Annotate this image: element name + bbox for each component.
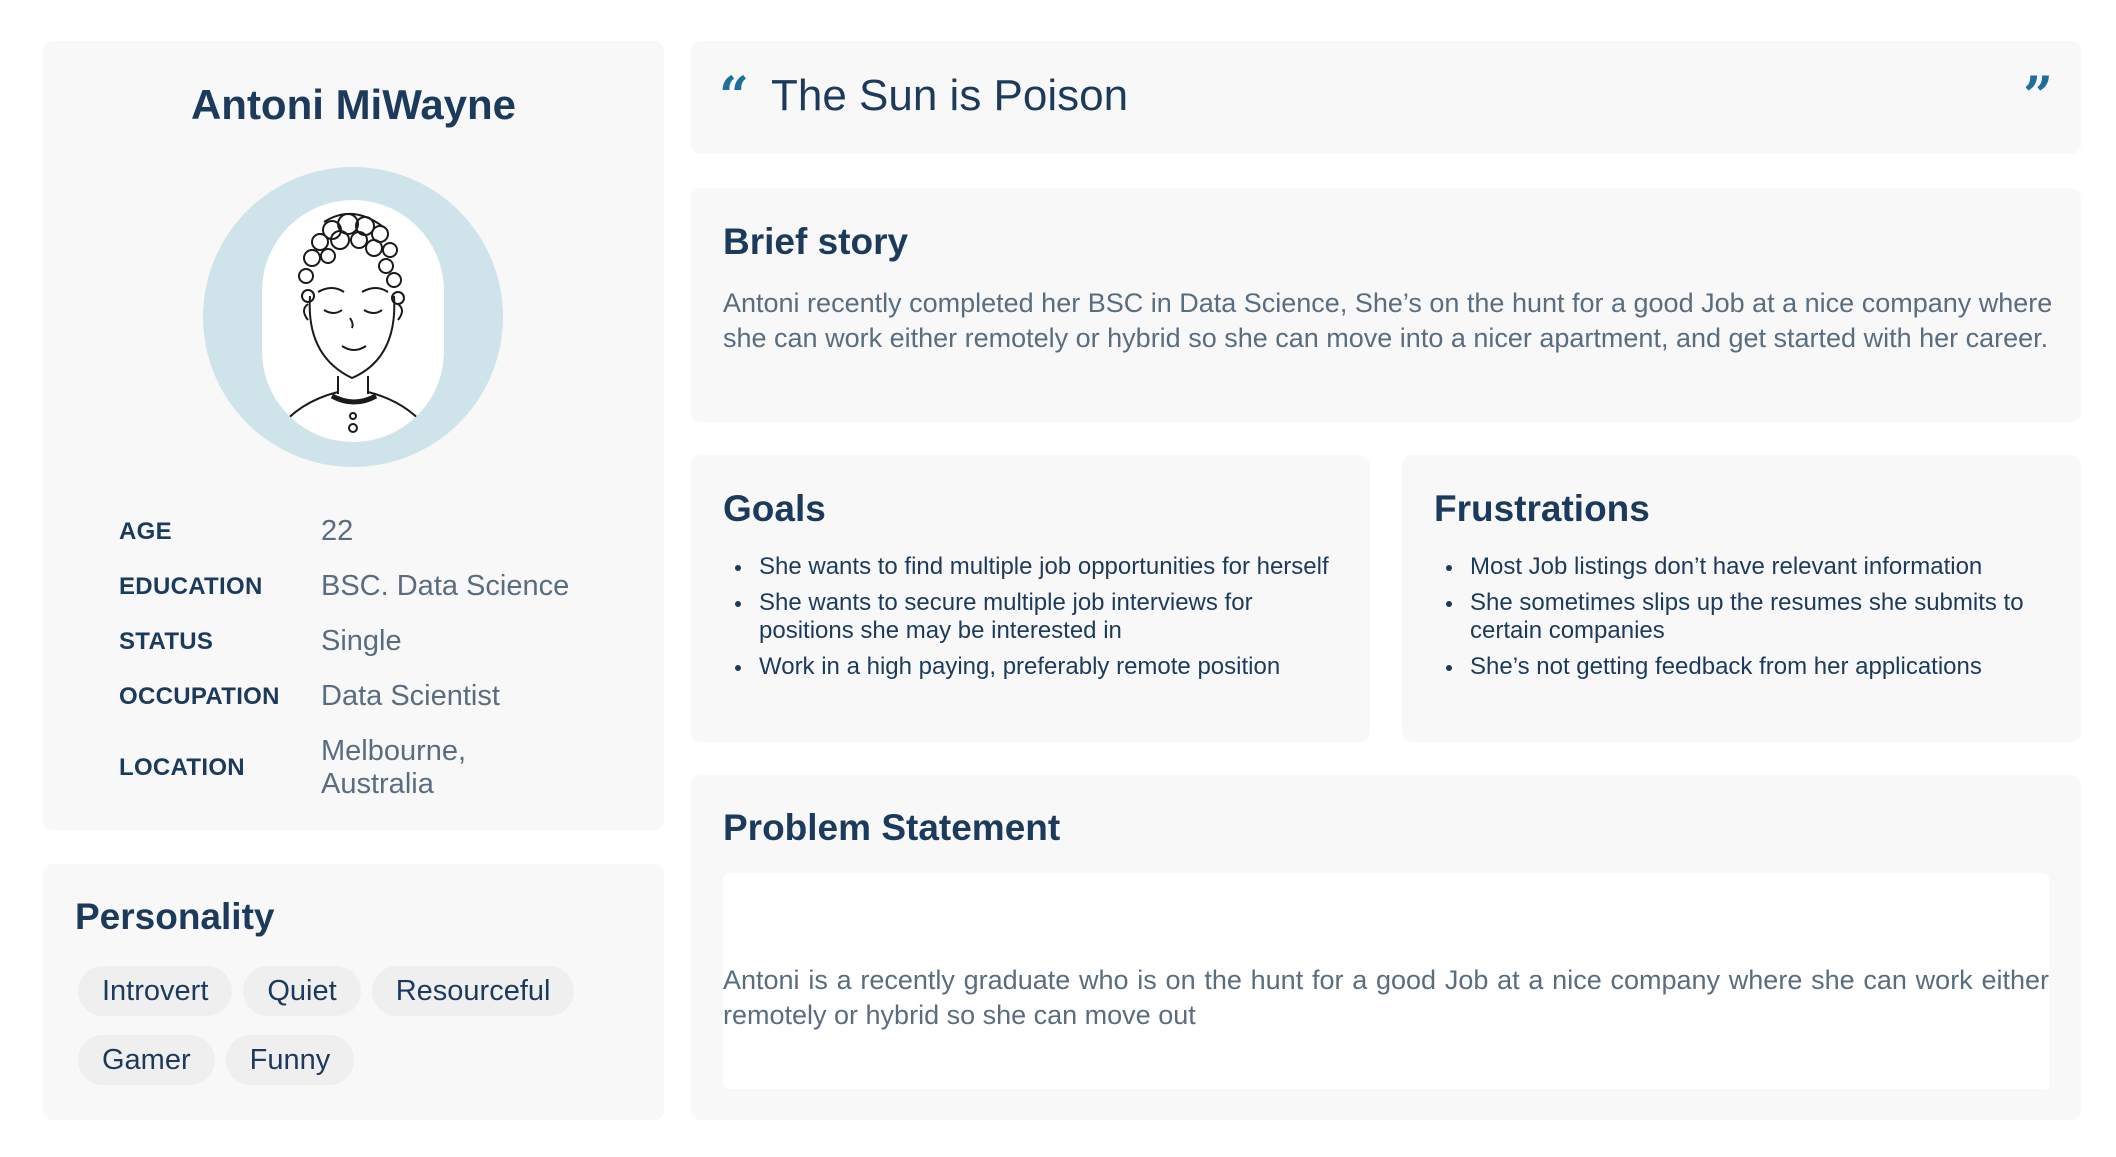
close-quote-icon: ”: [2023, 66, 2053, 127]
brief-story-title: Brief story: [723, 221, 909, 262]
personality-tags: Introvert Quiet Resourceful Gamer Funny: [78, 966, 638, 1104]
fact-label: LOCATION: [119, 754, 245, 781]
fact-label: OCCUPATION: [119, 682, 280, 710]
fact-value: 22: [321, 515, 354, 547]
fact-label: STATUS: [119, 627, 214, 655]
persona-facts: AGE 22 EDUCATION BSC. Data Science STATU…: [119, 515, 639, 823]
persona-page: Antoni MiWayne AGE 22 EDUCATION BSC. Dat…: [0, 0, 2116, 1157]
personality-tag: Gamer: [78, 1035, 215, 1085]
list-item: Most Job listings don’t have relevant in…: [1434, 553, 2054, 581]
fact-value: Melbourne, Australia: [321, 735, 467, 800]
personality-tag: Introvert: [78, 966, 233, 1016]
problem-statement-title: Problem Statement: [723, 807, 1061, 848]
avatar: [203, 167, 503, 467]
fact-value: BSC. Data Science: [321, 570, 570, 602]
fact-status: STATUS Single: [119, 625, 639, 658]
goals-card: Goals She wants to find multiple job opp…: [691, 455, 1370, 742]
fact-label: EDUCATION: [119, 572, 263, 600]
goals-title: Goals: [723, 488, 826, 529]
problem-statement-text: Antoni is a recently graduate who is on …: [723, 965, 2049, 1030]
personality-card: Personality Introvert Quiet Resourceful …: [43, 864, 664, 1120]
fact-age: AGE 22: [119, 515, 639, 548]
open-quote-icon: “: [719, 66, 749, 127]
fact-location: LOCATION Melbourne, Australia: [119, 735, 639, 801]
list-item: Work in a high paying, preferably remote…: [723, 653, 1343, 681]
list-item: She wants to secure multiple job intervi…: [723, 589, 1343, 645]
brief-story-card: Brief story Antoni recently completed he…: [691, 188, 2081, 422]
personality-tag: Funny: [225, 1035, 355, 1085]
fact-occupation: OCCUPATION Data Scientist: [119, 680, 639, 713]
goals-list: She wants to find multiple job opportuni…: [723, 553, 1343, 689]
fact-label: AGE: [119, 517, 172, 545]
list-item: She wants to find multiple job opportuni…: [723, 553, 1343, 581]
brief-story-text: Antoni recently completed her BSC in Dat…: [723, 288, 2053, 353]
avatar-illustration-icon: [262, 200, 444, 442]
problem-statement-box: Antoni is a recently graduate who is on …: [723, 873, 2049, 1089]
frustrations-title: Frustrations: [1434, 488, 1650, 529]
personality-tag: Quiet: [243, 966, 361, 1016]
profile-card: Antoni MiWayne AGE 22 EDUCATION BSC. Dat…: [43, 41, 664, 830]
personality-tag: Resourceful: [371, 966, 575, 1016]
list-item: She’s not getting feedback from her appl…: [1434, 653, 2054, 681]
fact-education: EDUCATION BSC. Data Science: [119, 570, 639, 603]
quote-card: “ The Sun is Poison ”: [691, 41, 2081, 154]
personality-title: Personality: [75, 896, 275, 937]
persona-quote: The Sun is Poison: [771, 71, 1129, 120]
persona-name: Antoni MiWayne: [190, 81, 517, 128]
list-item: She sometimes slips up the resumes she s…: [1434, 589, 2054, 645]
problem-statement-card: Problem Statement Antoni is a recently g…: [691, 775, 2081, 1120]
frustrations-list: Most Job listings don’t have relevant in…: [1434, 553, 2054, 689]
frustrations-card: Frustrations Most Job listings don’t hav…: [1402, 455, 2081, 742]
fact-value: Data Scientist: [321, 680, 500, 712]
fact-value: Single: [321, 625, 402, 657]
